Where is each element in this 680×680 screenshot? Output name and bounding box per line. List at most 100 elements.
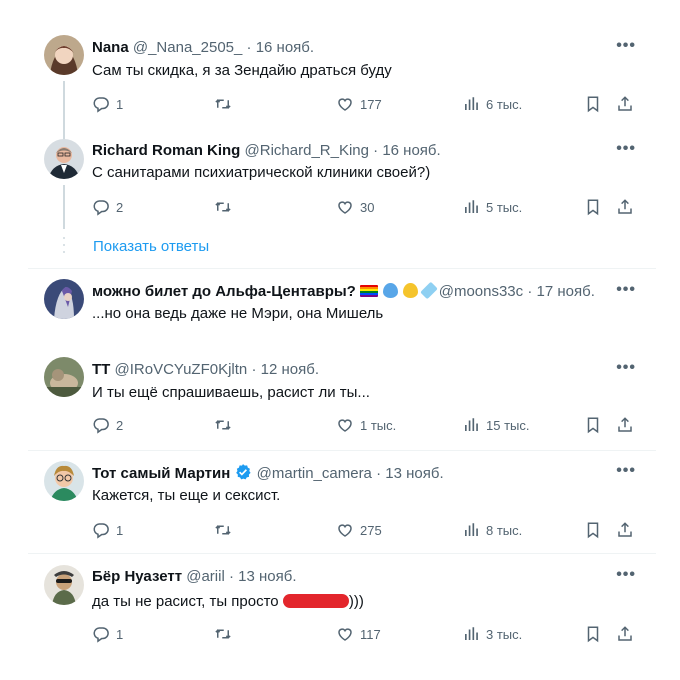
- tweet-date[interactable]: 13 нояб.: [385, 465, 443, 482]
- more-options-button[interactable]: •••: [616, 462, 636, 480]
- more-replies-dots: [63, 237, 65, 253]
- like-button[interactable]: 275: [336, 520, 382, 540]
- separator: ·: [246, 39, 252, 56]
- tweet-ber[interactable]: Бёр Нуазетт @ariil · 13 нояб. ••• да ты …: [28, 565, 656, 655]
- author-handle[interactable]: @moons33c: [439, 283, 523, 300]
- share-button[interactable]: [616, 415, 640, 435]
- bookmark-icon: [584, 521, 602, 539]
- reply-button[interactable]: 1: [92, 624, 123, 644]
- author-name[interactable]: TT: [92, 361, 110, 378]
- more-options-button[interactable]: •••: [616, 140, 636, 158]
- views-icon: [462, 521, 480, 539]
- bookmark-button[interactable]: [584, 415, 608, 435]
- views-count: 6 тыс.: [486, 96, 523, 112]
- avatar[interactable]: [44, 279, 84, 319]
- more-options-button[interactable]: •••: [616, 281, 636, 299]
- bookmark-button[interactable]: [584, 624, 608, 644]
- like-button[interactable]: 30: [336, 197, 374, 217]
- show-replies-link[interactable]: Показать ответы: [93, 238, 209, 255]
- tweet-text: Кажется, ты еще и сексист.: [92, 487, 281, 504]
- tweet-tt[interactable]: TT @IRoVCYuZF0Kjltn · 12 нояб. ••• И ты …: [28, 357, 656, 447]
- author-name[interactable]: Nana: [92, 39, 129, 56]
- reply-button[interactable]: 2: [92, 415, 123, 435]
- bookmark-icon: [584, 625, 602, 643]
- reply-button[interactable]: 2: [92, 197, 123, 217]
- reply-icon: [92, 198, 110, 216]
- redaction-mark: [282, 594, 349, 608]
- more-options-button[interactable]: •••: [616, 359, 636, 377]
- tweet-richard[interactable]: Richard Roman King @Richard_R_King · 16 …: [28, 139, 656, 229]
- author-name[interactable]: можно билет до Альфа-Центавры?: [92, 283, 356, 300]
- yellow-heart-emoji: [403, 283, 419, 298]
- retweet-button[interactable]: [214, 520, 238, 540]
- share-button[interactable]: [616, 624, 640, 644]
- divider: [28, 553, 656, 554]
- avatar[interactable]: [44, 139, 84, 179]
- tweet-date[interactable]: 13 нояб.: [238, 568, 296, 585]
- avatar[interactable]: [44, 35, 84, 75]
- retweet-button[interactable]: [214, 624, 238, 644]
- heart-icon: [336, 198, 354, 216]
- tweet-actions: 1 117 3 тыс.: [92, 624, 652, 644]
- tweet-moons[interactable]: можно билет до Альфа-Центавры? @moons33c…: [28, 279, 656, 329]
- retweet-icon: [214, 416, 232, 434]
- retweet-button[interactable]: [214, 197, 238, 217]
- tweet-text: ...но она ведь даже не Мэри, она Мишель: [92, 305, 384, 322]
- author-handle[interactable]: @martin_camera: [257, 465, 372, 482]
- tweet-date[interactable]: 16 нояб.: [256, 39, 314, 56]
- tweet-date[interactable]: 17 нояб.: [537, 283, 595, 300]
- author-handle[interactable]: @Richard_R_King: [245, 142, 369, 159]
- divider: [28, 450, 656, 451]
- tweet-nana[interactable]: Nana @_Nana_2505_ · 16 нояб. ••• Сам ты …: [28, 35, 656, 139]
- author-name[interactable]: Бёр Нуазетт: [92, 568, 182, 585]
- share-button[interactable]: [616, 520, 640, 540]
- views-button[interactable]: 5 тыс.: [462, 197, 522, 217]
- views-icon: [462, 95, 480, 113]
- share-button[interactable]: [616, 94, 640, 114]
- author-name[interactable]: Тот самый Мартин: [92, 465, 230, 482]
- avatar[interactable]: [44, 461, 84, 501]
- divider: [28, 268, 656, 269]
- retweet-button[interactable]: [214, 94, 238, 114]
- bookmark-button[interactable]: [584, 94, 608, 114]
- reply-button[interactable]: 1: [92, 520, 123, 540]
- views-button[interactable]: 15 тыс.: [462, 415, 529, 435]
- reply-count: 1: [116, 522, 124, 538]
- author-handle[interactable]: @ariil: [186, 568, 225, 585]
- tweet-martin[interactable]: Тот самый Мартин @martin_camera · 13 ноя…: [28, 461, 656, 551]
- tweet-actions: 2 30 5 тыс.: [92, 197, 652, 217]
- heart-icon: [336, 416, 354, 434]
- verified-badge-icon[interactable]: [234, 463, 252, 481]
- reply-icon: [92, 521, 110, 539]
- tweet-header: Richard Roman King @Richard_R_King · 16 …: [92, 141, 642, 161]
- retweet-icon: [214, 198, 232, 216]
- bookmark-icon: [584, 95, 602, 113]
- heart-icon: [336, 625, 354, 643]
- like-button[interactable]: 1 тыс.: [336, 415, 396, 435]
- tweet-text: И ты ещё спрашиваешь, расист ли ты...: [92, 384, 370, 401]
- reply-icon: [92, 95, 110, 113]
- author-handle[interactable]: @_Nana_2505_: [133, 39, 242, 56]
- author-handle[interactable]: @IRoVCYuZF0Kjltn: [115, 361, 248, 378]
- views-button[interactable]: 8 тыс.: [462, 520, 522, 540]
- like-button[interactable]: 117: [336, 624, 381, 644]
- like-button[interactable]: 177: [336, 94, 382, 114]
- views-button[interactable]: 6 тыс.: [462, 94, 522, 114]
- author-name[interactable]: Richard Roman King: [92, 142, 240, 159]
- bookmark-button[interactable]: [584, 520, 608, 540]
- avatar[interactable]: [44, 565, 84, 605]
- retweet-button[interactable]: [214, 415, 238, 435]
- tweet-header: TT @IRoVCYuZF0Kjltn · 12 нояб.: [92, 360, 642, 380]
- reply-button[interactable]: 1: [92, 94, 123, 114]
- bookmark-button[interactable]: [584, 197, 608, 217]
- views-button[interactable]: 3 тыс.: [462, 624, 522, 644]
- tweet-date[interactable]: 16 нояб.: [382, 142, 440, 159]
- avatar[interactable]: [44, 357, 84, 397]
- more-options-button[interactable]: •••: [616, 566, 636, 584]
- more-options-button[interactable]: •••: [616, 37, 636, 55]
- tweet-date[interactable]: 12 нояб.: [261, 361, 319, 378]
- share-button[interactable]: [616, 197, 640, 217]
- like-count: 1 тыс.: [360, 417, 397, 433]
- like-count: 117: [360, 626, 381, 642]
- reply-icon: [92, 416, 110, 434]
